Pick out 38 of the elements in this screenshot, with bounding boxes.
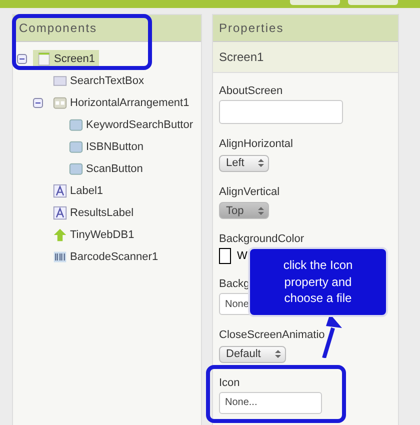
property-label: AlignVertical (219, 186, 280, 198)
collapse-icon[interactable] (17, 54, 27, 64)
barcode-icon (53, 250, 67, 264)
screen-icon (37, 52, 51, 66)
property-label: BackgroundColor (219, 233, 304, 245)
button-icon (69, 140, 83, 154)
tree-item[interactable]: KeywordSearchButtor (65, 116, 197, 134)
tree-item[interactable]: ScanButton (65, 160, 147, 178)
arrangement-icon (53, 96, 67, 110)
label-icon (53, 206, 67, 220)
tree-item[interactable]: TinyWebDB1 (49, 226, 138, 244)
property-label: AboutScreen (219, 85, 283, 97)
button-icon (69, 162, 83, 176)
collapse-icon[interactable] (33, 98, 43, 108)
tree-item[interactable]: HorizontalArrangement1 (49, 94, 194, 112)
tree-item[interactable]: BarcodeScanner1 (49, 248, 162, 266)
textbox-icon (53, 74, 67, 88)
spinner-icon (274, 349, 281, 359)
spinner-icon (258, 158, 264, 168)
tree-item[interactable]: SearchTextBox (49, 72, 148, 90)
dropdown[interactable]: Default (219, 346, 286, 362)
panel-header: Properties (213, 15, 398, 42)
tree-item[interactable]: ResultsLabel (49, 204, 138, 222)
tree-item[interactable]: Label1 (49, 182, 108, 200)
dropdown[interactable]: Left (219, 154, 270, 172)
file-field[interactable]: None... (219, 392, 322, 414)
arrow-up-icon (53, 228, 67, 242)
color-name: W (237, 250, 248, 262)
button-icon (69, 118, 83, 132)
label-icon (53, 184, 67, 198)
property-label: Icon (219, 376, 240, 388)
spinner-icon (258, 206, 264, 216)
component-name: Screen1 (213, 42, 398, 73)
callout-tooltip: click the Icon property and choose a file (248, 247, 388, 317)
property-label: CloseScreenAnimatio (219, 329, 325, 341)
property-label: AlignHorizontal (219, 138, 293, 150)
color-swatch[interactable] (219, 248, 231, 264)
tree-item[interactable]: ISBNButton (65, 138, 148, 156)
